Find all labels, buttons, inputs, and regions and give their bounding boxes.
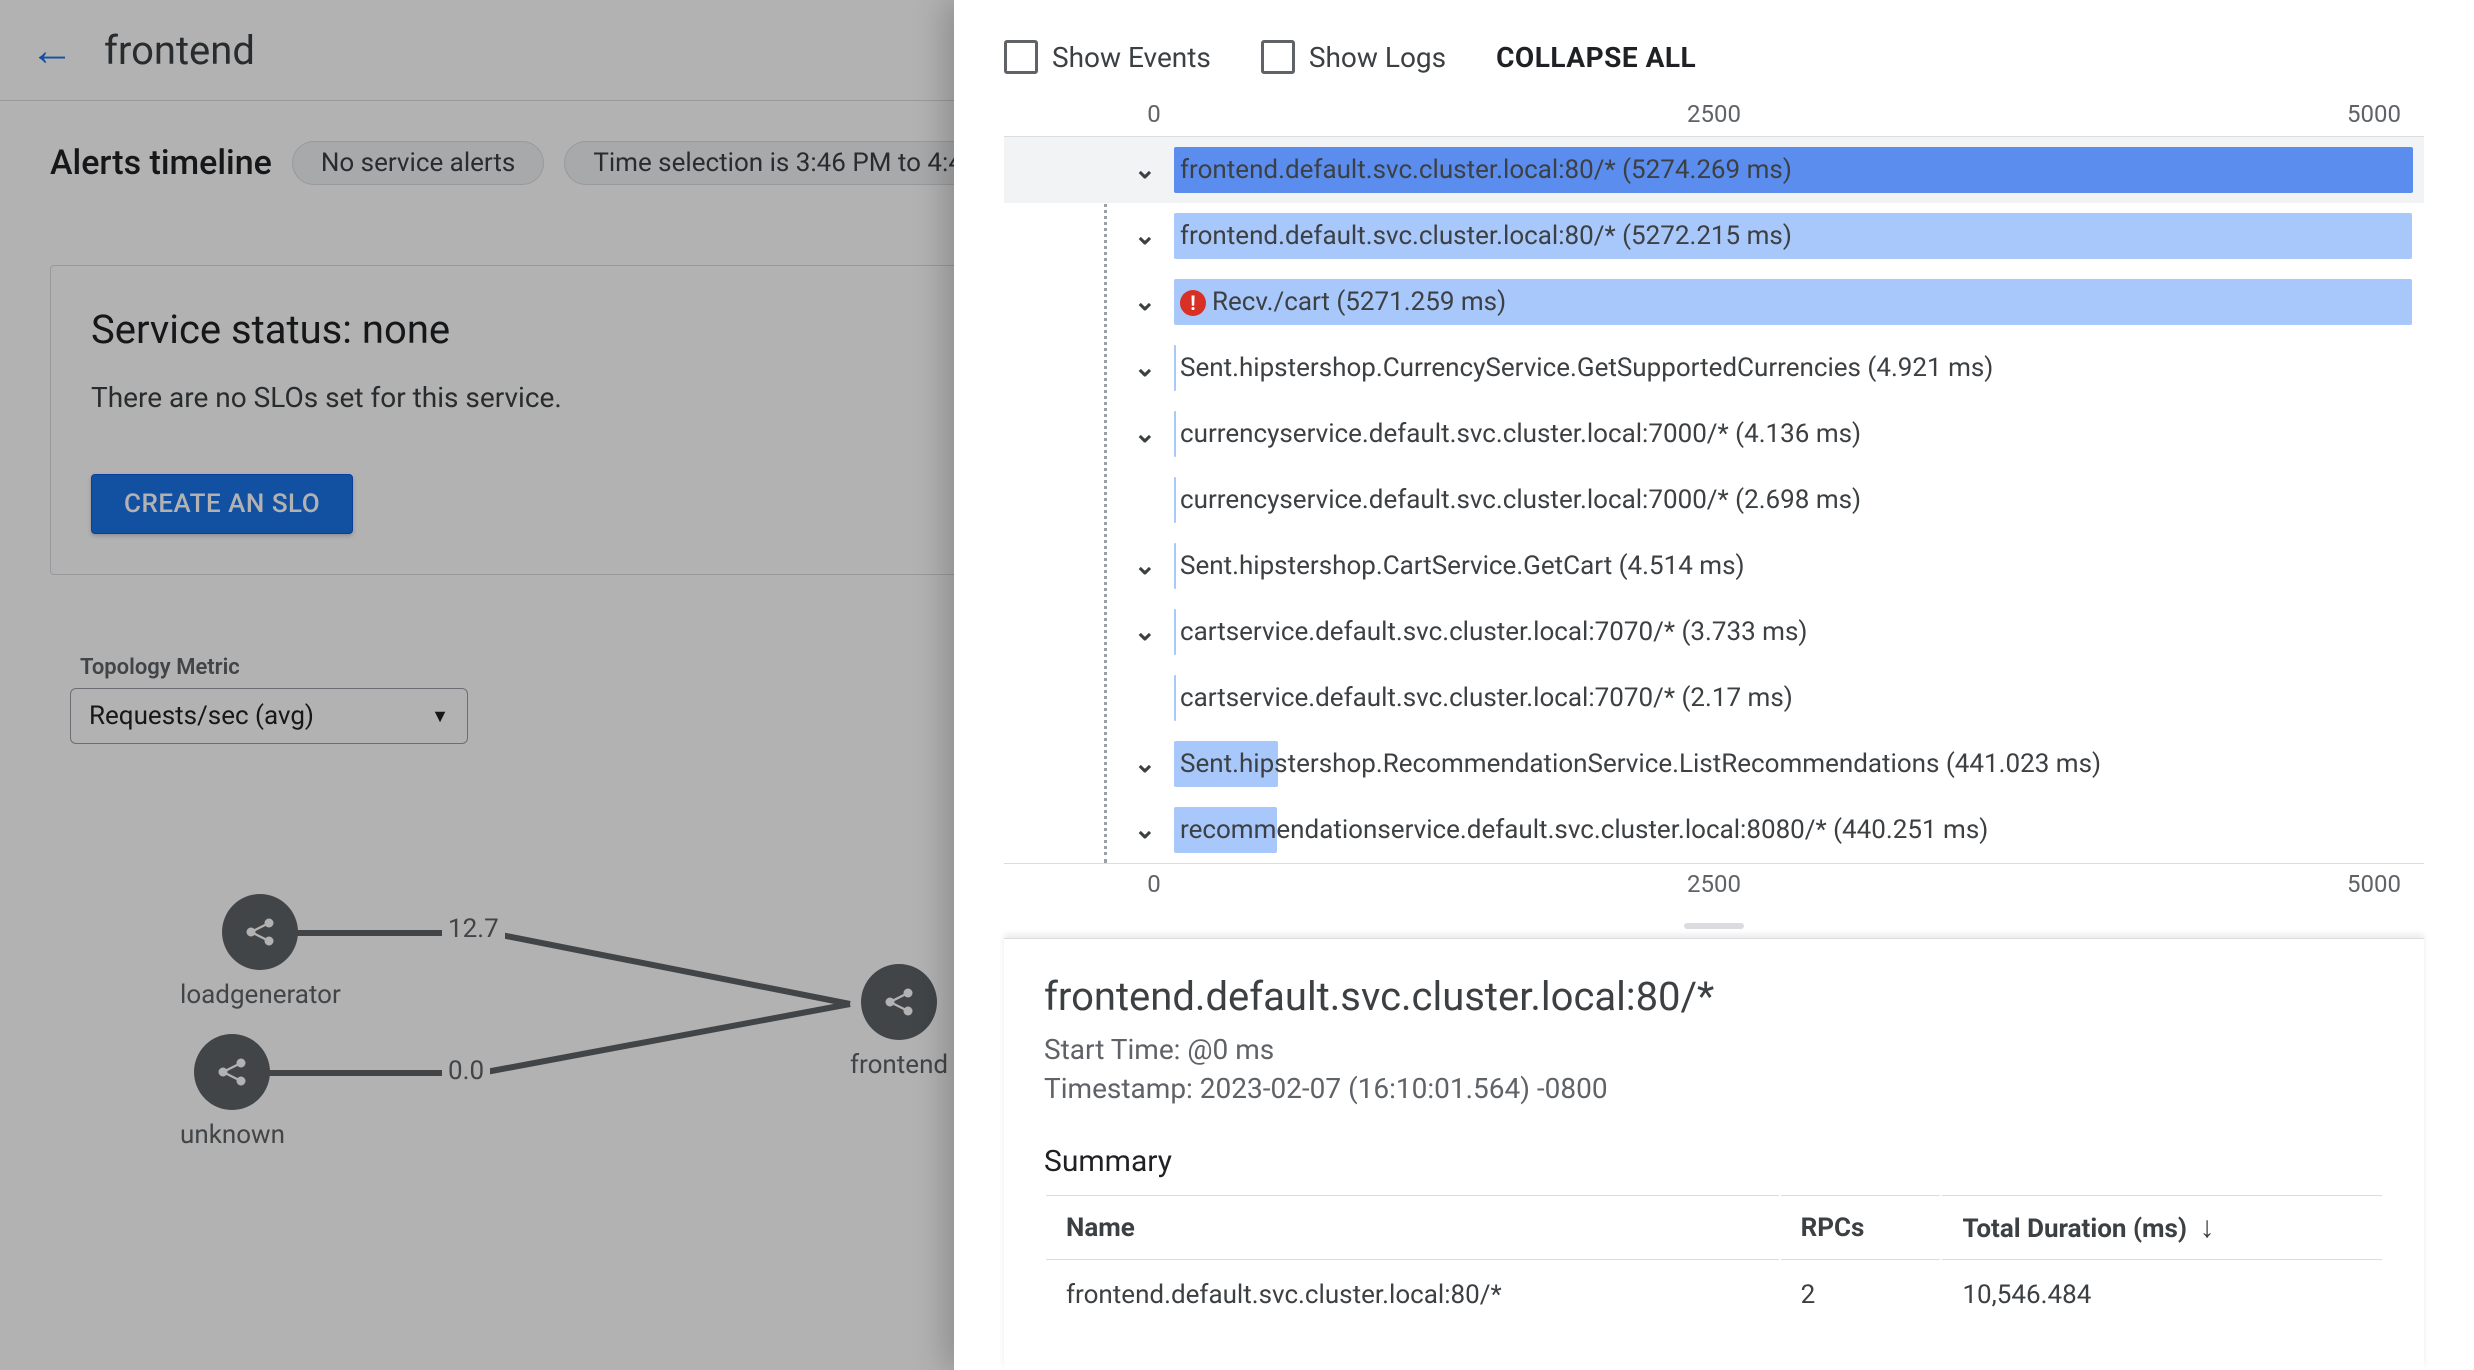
col-total-label: Total Duration (ms) xyxy=(1962,1214,2187,1244)
span-bar-track: frontend.default.svc.cluster.local:80/* … xyxy=(1174,213,2414,259)
span-label: currencyservice.default.svc.cluster.loca… xyxy=(1180,485,1861,515)
span-label: Sent.hipstershop.RecommendationService.L… xyxy=(1180,749,2101,779)
details-title: frontend.default.svc.cluster.local:80/* xyxy=(1044,973,2384,1020)
span-details: frontend.default.svc.cluster.local:80/* … xyxy=(1004,938,2424,1370)
trace-toolbar: Show Events Show Logs COLLAPSE ALL xyxy=(954,0,2474,94)
sort-arrow-icon: ↓ xyxy=(2200,1210,2215,1245)
panel-resizer[interactable] xyxy=(954,914,2474,938)
span-row[interactable]: ⌄ currencyservice.default.svc.cluster.loc… xyxy=(1004,401,2424,467)
span-label: currencyservice.default.svc.cluster.loca… xyxy=(1180,419,1861,449)
chevron-down-icon[interactable]: ⌄ xyxy=(1134,221,1156,251)
checkbox-icon xyxy=(1261,40,1295,74)
span-row[interactable]: cartservice.default.svc.cluster.local:70… xyxy=(1004,665,2424,731)
span-list: ⌄ frontend.default.svc.cluster.local:80/*… xyxy=(1004,136,2424,864)
span-row[interactable]: ⌄ Sent.hipstershop.RecommendationService.… xyxy=(1004,731,2424,797)
axis-tick: 0 xyxy=(1147,100,1161,128)
show-logs-checkbox[interactable]: Show Logs xyxy=(1261,40,1446,74)
axis-tick: 2500 xyxy=(1687,870,1741,898)
span-row[interactable]: ⌄ frontend.default.svc.cluster.local:80/*… xyxy=(1004,137,2424,203)
span-bar-track: Sent.hipstershop.CurrencyService.GetSupp… xyxy=(1174,345,2414,391)
span-label: cartservice.default.svc.cluster.local:70… xyxy=(1180,617,1807,647)
span-bar-track: recommendationservice.default.svc.cluste… xyxy=(1174,807,2414,853)
span-label: recommendationservice.default.svc.cluste… xyxy=(1180,815,1988,845)
span-label: frontend.default.svc.cluster.local:80/* … xyxy=(1180,221,1792,251)
span-bar-track: currencyservice.default.svc.cluster.loca… xyxy=(1174,477,2414,523)
chevron-down-icon[interactable]: ⌄ xyxy=(1134,287,1156,317)
span-bar xyxy=(1174,543,1176,589)
span-label: cartservice.default.svc.cluster.local:70… xyxy=(1180,683,1793,713)
axis-tick: 5000 xyxy=(2347,870,2401,898)
collapse-all-button[interactable]: COLLAPSE ALL xyxy=(1496,41,1696,74)
chevron-down-icon[interactable]: ⌄ xyxy=(1134,155,1156,185)
span-row[interactable]: ⌄ cartservice.default.svc.cluster.local:7… xyxy=(1004,599,2424,665)
axis-tick: 2500 xyxy=(1687,100,1741,128)
summary-cell-name: frontend.default.svc.cluster.local:80/* xyxy=(1046,1262,1779,1328)
span-row[interactable]: ⌄ !Recv./cart (5271.259 ms) xyxy=(1004,269,2424,335)
col-total[interactable]: Total Duration (ms) ↓ xyxy=(1942,1195,2382,1260)
span-label: Sent.hipstershop.CurrencyService.GetSupp… xyxy=(1180,353,1993,383)
axis-tick: 0 xyxy=(1147,870,1161,898)
show-logs-label: Show Logs xyxy=(1309,41,1446,74)
span-bar-track: Sent.hipstershop.RecommendationService.L… xyxy=(1174,741,2414,787)
axis-tick: 5000 xyxy=(2347,100,2401,128)
span-bar-track: !Recv./cart (5271.259 ms) xyxy=(1174,279,2414,325)
span-label: frontend.default.svc.cluster.local:80/* … xyxy=(1180,155,1792,185)
details-timestamp: Timestamp: 2023-02-07 (16:10:01.564) -08… xyxy=(1044,1069,2384,1108)
span-label: Sent.hipstershop.CartService.GetCart (4.… xyxy=(1180,551,1745,581)
details-meta: Start Time: @0 ms Timestamp: 2023-02-07 … xyxy=(1044,1030,2384,1108)
span-bar-track: Sent.hipstershop.CartService.GetCart (4.… xyxy=(1174,543,2414,589)
span-row[interactable]: ⌄ Sent.hipstershop.CartService.GetCart (4… xyxy=(1004,533,2424,599)
error-icon: ! xyxy=(1180,290,1206,316)
span-row[interactable]: currencyservice.default.svc.cluster.loca… xyxy=(1004,467,2424,533)
show-events-label: Show Events xyxy=(1052,41,1211,74)
summary-cell-total: 10,546.484 xyxy=(1942,1262,2382,1328)
chevron-down-icon[interactable]: ⌄ xyxy=(1134,749,1156,779)
summary-cell-rpcs: 2 xyxy=(1781,1262,1941,1328)
summary-heading: Summary xyxy=(1044,1144,2384,1179)
span-bar xyxy=(1174,411,1176,457)
span-label: !Recv./cart (5271.259 ms) xyxy=(1180,287,1506,317)
span-bar-track: frontend.default.svc.cluster.local:80/* … xyxy=(1174,147,2414,193)
col-rpcs[interactable]: RPCs xyxy=(1781,1195,1941,1260)
span-bar xyxy=(1174,345,1176,391)
chevron-down-icon[interactable]: ⌄ xyxy=(1134,617,1156,647)
span-row[interactable]: ⌄ recommendationservice.default.svc.clust… xyxy=(1004,797,2424,863)
chevron-down-icon[interactable]: ⌄ xyxy=(1134,551,1156,581)
col-name[interactable]: Name xyxy=(1046,1195,1779,1260)
summary-row[interactable]: frontend.default.svc.cluster.local:80/*2… xyxy=(1046,1262,2382,1328)
details-start-time: Start Time: @0 ms xyxy=(1044,1030,2384,1069)
summary-table: Name RPCs Total Duration (ms) ↓ frontend… xyxy=(1044,1193,2384,1330)
chevron-down-icon[interactable]: ⌄ xyxy=(1134,419,1156,449)
checkbox-icon xyxy=(1004,40,1038,74)
axis-top: 0 2500 5000 xyxy=(1014,100,2414,136)
span-bar xyxy=(1174,477,1176,523)
span-bar-track: cartservice.default.svc.cluster.local:70… xyxy=(1174,675,2414,721)
axis-bottom: 0 2500 5000 xyxy=(1014,870,2414,914)
chevron-down-icon[interactable]: ⌄ xyxy=(1134,353,1156,383)
show-events-checkbox[interactable]: Show Events xyxy=(1004,40,1211,74)
span-bar-track: currencyservice.default.svc.cluster.loca… xyxy=(1174,411,2414,457)
span-bar-track: cartservice.default.svc.cluster.local:70… xyxy=(1174,609,2414,655)
trace-panel: Show Events Show Logs COLLAPSE ALL 0 250… xyxy=(954,0,2474,1370)
span-row[interactable]: ⌄ frontend.default.svc.cluster.local:80/*… xyxy=(1004,203,2424,269)
span-row[interactable]: ⌄ Sent.hipstershop.CurrencyService.GetSup… xyxy=(1004,335,2424,401)
span-bar xyxy=(1174,675,1176,721)
chevron-down-icon[interactable]: ⌄ xyxy=(1134,815,1156,845)
span-bar xyxy=(1174,609,1176,655)
summary-header-row: Name RPCs Total Duration (ms) ↓ xyxy=(1046,1195,2382,1260)
